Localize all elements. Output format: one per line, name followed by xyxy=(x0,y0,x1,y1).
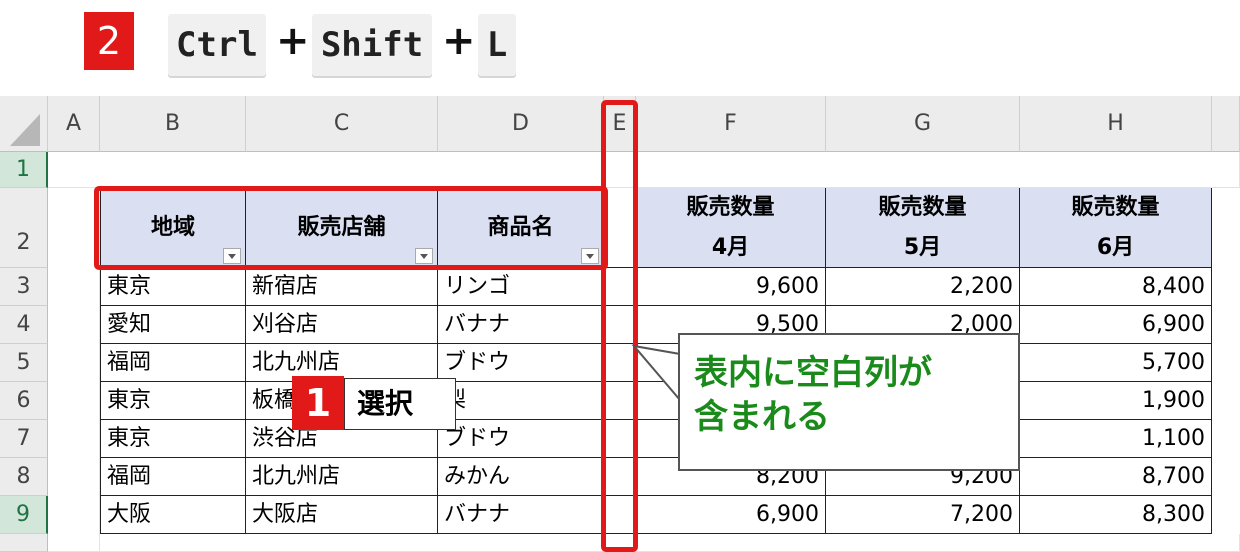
cell-jun[interactable]: 8,400 xyxy=(1020,268,1212,306)
ctrl-key: Ctrl xyxy=(168,14,266,76)
column-header-filler xyxy=(1212,96,1240,152)
cell-product[interactable]: リンゴ xyxy=(438,268,604,306)
cell-product[interactable]: ブドウ xyxy=(438,344,604,382)
row-header-3[interactable]: 3 xyxy=(0,268,48,306)
row-header-8[interactable]: 8 xyxy=(0,458,48,496)
header-may[interactable]: 販売数量 5月 xyxy=(826,188,1020,268)
column-header-f[interactable]: F xyxy=(636,96,826,152)
l-key: L xyxy=(478,14,516,76)
header-apr-line1: 販売数量 xyxy=(686,195,775,220)
row-header-6[interactable]: 6 xyxy=(0,382,48,420)
cell-jun[interactable]: 6,900 xyxy=(1020,306,1212,344)
cell-region[interactable]: 大阪 xyxy=(100,496,246,534)
cell-store[interactable]: 北九州店 xyxy=(246,458,438,496)
blank-column-note: 表内に空白列が 含まれる xyxy=(678,333,1020,471)
step-1-badge: 1 xyxy=(292,376,344,430)
spreadsheet[interactable]: A B C D E F G H 1 2 3 4 5 6 7 8 9 地域 販売店… xyxy=(0,96,1240,552)
cell-region[interactable]: 東京 xyxy=(100,420,246,458)
select-all-triangle-icon xyxy=(10,114,40,146)
row-header-10[interactable] xyxy=(0,534,48,552)
cell-region[interactable]: 福岡 xyxy=(100,344,246,382)
cell-jun[interactable]: 8,700 xyxy=(1020,458,1212,496)
cell-may[interactable]: 2,200 xyxy=(826,268,1020,306)
header-may-line2: 5月 xyxy=(903,235,942,260)
cell-product[interactable]: みかん xyxy=(438,458,604,496)
cell-product[interactable]: ブドウ xyxy=(438,420,604,458)
column-header-h[interactable]: H xyxy=(1020,96,1212,152)
step-2-badge: 2 xyxy=(84,12,134,70)
cell-product[interactable]: 梨 xyxy=(438,382,604,420)
shift-key: Shift xyxy=(312,14,432,76)
cell-jun[interactable]: 1,900 xyxy=(1020,382,1212,420)
row-header-5[interactable]: 5 xyxy=(0,344,48,382)
cell-store[interactable]: 大阪店 xyxy=(246,496,438,534)
cell-store[interactable]: 刈谷店 xyxy=(246,306,438,344)
cell-product[interactable]: バナナ xyxy=(438,306,604,344)
row-header-2[interactable]: 2 xyxy=(0,188,48,268)
header-jun-line2: 6月 xyxy=(1096,235,1135,260)
row-header-7[interactable]: 7 xyxy=(0,420,48,458)
cell-jun[interactable]: 1,100 xyxy=(1020,420,1212,458)
row-header-9[interactable]: 9 xyxy=(0,496,48,534)
blank-column-e-frame xyxy=(601,100,638,552)
header-apr-line2: 4月 xyxy=(711,235,750,260)
cell-jun[interactable]: 8,300 xyxy=(1020,496,1212,534)
note-line-2: 含まれる xyxy=(694,397,830,437)
header-jun-line1: 販売数量 xyxy=(1071,195,1160,220)
select-label: 選択 xyxy=(344,378,456,430)
cell-region[interactable]: 東京 xyxy=(100,382,246,420)
plus-sign-2: + xyxy=(442,18,476,64)
cell-apr[interactable]: 6,900 xyxy=(636,496,826,534)
plus-sign-1: + xyxy=(276,18,310,64)
cell-region[interactable]: 愛知 xyxy=(100,306,246,344)
column-header-g[interactable]: G xyxy=(826,96,1020,152)
row-1-cells[interactable] xyxy=(48,152,1240,188)
column-header-c[interactable]: C xyxy=(246,96,438,152)
cell-region[interactable]: 東京 xyxy=(100,268,246,306)
column-header-b[interactable]: B xyxy=(100,96,246,152)
note-line-1: 表内に空白列が xyxy=(694,353,932,393)
header-jun[interactable]: 販売数量 6月 xyxy=(1020,188,1212,268)
column-header-d[interactable]: D xyxy=(438,96,604,152)
header-apr[interactable]: 販売数量 4月 xyxy=(636,188,826,268)
cell-may[interactable]: 7,200 xyxy=(826,496,1020,534)
selected-header-range-frame xyxy=(94,186,608,270)
header-may-line1: 販売数量 xyxy=(878,195,967,220)
cell-product[interactable]: バナナ xyxy=(438,496,604,534)
cell-jun[interactable]: 5,700 xyxy=(1020,344,1212,382)
row-header-4[interactable]: 4 xyxy=(0,306,48,344)
column-header-a[interactable]: A xyxy=(48,96,100,152)
column-a-cells[interactable] xyxy=(48,188,100,552)
select-all-corner[interactable] xyxy=(0,96,48,152)
table-row-partial xyxy=(48,534,1240,552)
cell-region[interactable]: 福岡 xyxy=(100,458,246,496)
row-header-1[interactable]: 1 xyxy=(0,152,48,188)
cell-store[interactable]: 新宿店 xyxy=(246,268,438,306)
cell-apr[interactable]: 9,600 xyxy=(636,268,826,306)
